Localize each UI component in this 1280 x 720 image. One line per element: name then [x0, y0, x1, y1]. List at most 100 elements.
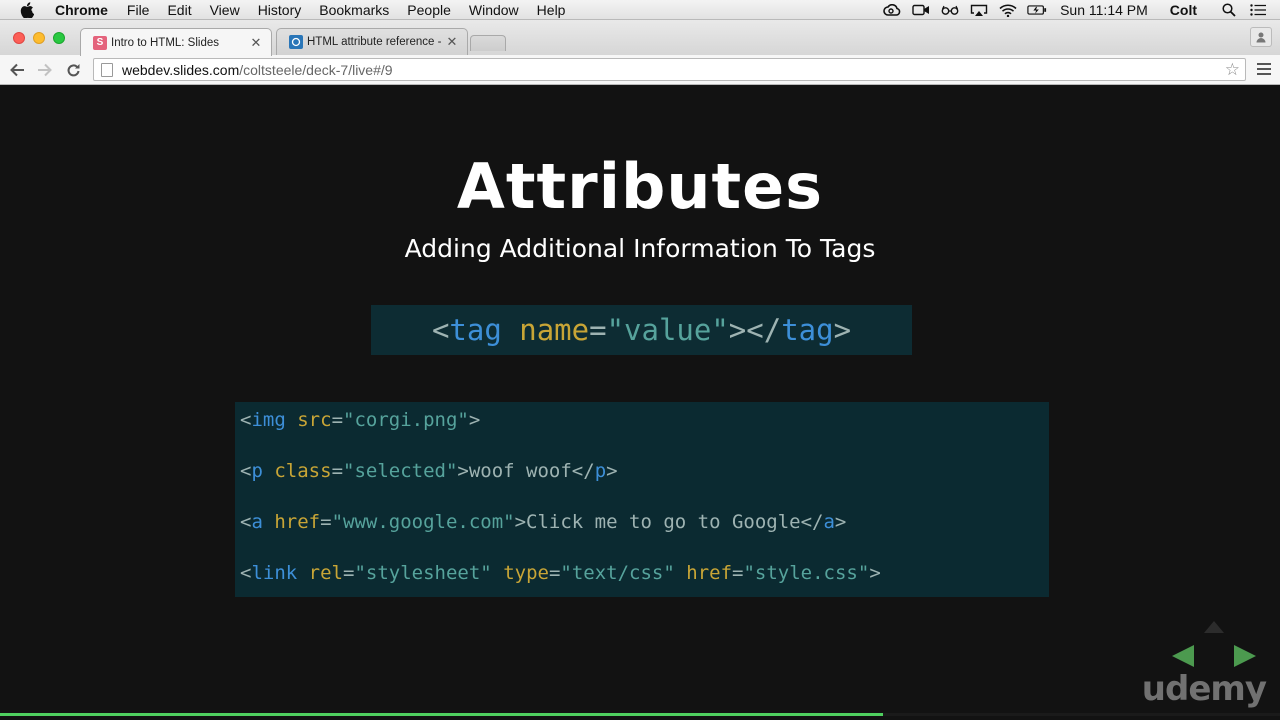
menu-view[interactable]: View	[210, 0, 240, 20]
bookmark-star-icon[interactable]: ☆	[1225, 60, 1240, 80]
code-token-tag: p	[594, 460, 607, 482]
slide-next-arrow-icon[interactable]	[1233, 644, 1257, 668]
status-area: Sun 11:14 PM Colt	[882, 0, 1280, 20]
code-token-punct: >	[468, 409, 481, 431]
list-icon[interactable]	[1248, 3, 1268, 17]
menu-help[interactable]: Help	[537, 0, 566, 20]
code-token-str: "corgi.png"	[343, 409, 469, 431]
slide-up-arrow-icon[interactable]	[1203, 620, 1225, 634]
person-icon	[1256, 32, 1266, 43]
slide-title: Attributes	[456, 150, 824, 223]
code-line-p: <p class="selected">woof woof</p>	[240, 460, 618, 482]
profile-button[interactable]	[1250, 27, 1272, 47]
close-tab-icon[interactable]: ✕	[445, 34, 459, 50]
menu-bookmarks[interactable]: Bookmarks	[319, 0, 389, 20]
tab-title: HTML attribute reference -	[307, 36, 442, 48]
code-token-tag: a	[823, 511, 835, 533]
code-token-punct: =	[320, 511, 332, 533]
code-token-tag: img	[251, 409, 286, 431]
syntax-example: < tag name = "value" ></tag >	[371, 305, 912, 355]
udemy-logo: udemy	[1141, 669, 1267, 709]
code-token-tag: link	[251, 562, 298, 584]
page-icon	[101, 62, 113, 77]
code-examples: <img src="corgi.png"> <p class="selected…	[235, 402, 1049, 597]
syntax-token-tag: tag	[449, 313, 502, 347]
tab-strip: S Intro to HTML: Slides ✕ HTML attribute…	[0, 20, 1280, 56]
tab-html-attribute-reference[interactable]: HTML attribute reference - ✕	[276, 28, 468, 55]
code-token-punct: =	[343, 562, 355, 584]
facetime-icon[interactable]	[911, 3, 931, 17]
code-token-punct: >	[834, 511, 847, 533]
code-token-punct: <	[240, 460, 252, 482]
creative-cloud-icon[interactable]	[882, 3, 902, 17]
slide-prev-arrow-icon[interactable]	[1171, 644, 1195, 668]
zoom-window-button[interactable]	[53, 32, 65, 44]
syntax-token-text	[502, 313, 519, 347]
code-token-attr: type	[503, 562, 549, 584]
forward-arrow-icon	[38, 63, 52, 77]
code-token-punct: <	[240, 562, 252, 584]
code-token-punct: >	[869, 562, 881, 584]
minimize-window-button[interactable]	[33, 32, 45, 44]
menu-file[interactable]: File	[127, 0, 150, 20]
code-token-text: >Click me to go to Google</	[514, 511, 824, 533]
syntax-token-attr: name	[519, 313, 590, 347]
code-token-attr: href	[686, 562, 733, 584]
url-path: /coltsteele/deck-7/live#/9	[239, 61, 393, 78]
slide-progress-fill	[0, 713, 884, 716]
syntax-token-punct: >	[833, 313, 852, 347]
menu-app-name[interactable]: Chrome	[55, 0, 108, 20]
code-token-punct: <	[240, 409, 252, 431]
address-bar[interactable]: webdev.slides.com/coltsteele/deck-7/live…	[93, 58, 1246, 81]
code-line-link: <link rel="stylesheet" type="text/css" h…	[240, 562, 881, 584]
new-tab-button[interactable]	[470, 35, 506, 51]
slide-subtitle: Adding Additional Information To Tags	[404, 234, 876, 263]
back-button[interactable]	[7, 60, 27, 80]
apple-icon[interactable]	[20, 1, 38, 18]
code-token-text: >woof woof</	[457, 460, 595, 482]
syntax-token-str: "value"	[606, 313, 729, 347]
menu-history[interactable]: History	[258, 0, 302, 20]
code-token-punct: =	[331, 409, 344, 431]
menu-window[interactable]: Window	[469, 0, 519, 20]
tab-intro-html-slides[interactable]: S Intro to HTML: Slides ✕	[80, 28, 272, 56]
glasses-icon[interactable]	[940, 3, 960, 17]
code-token-tag: p	[251, 460, 263, 482]
battery-icon[interactable]	[1027, 3, 1047, 17]
forward-button[interactable]	[35, 60, 55, 80]
airplay-icon[interactable]	[969, 3, 989, 17]
code-token-str: "stylesheet"	[354, 562, 492, 584]
syntax-token-punct: <	[431, 313, 450, 347]
close-tab-icon[interactable]: ✕	[249, 35, 263, 51]
slides-icon: S	[93, 35, 107, 50]
mdn-icon	[289, 35, 303, 49]
tab-title: Intro to HTML: Slides	[111, 36, 220, 49]
browser-toolbar: webdev.slides.com/coltsteele/deck-7/live…	[0, 55, 1280, 85]
menu-edit[interactable]: Edit	[167, 0, 191, 20]
code-token-tag: a	[251, 511, 263, 533]
reload-button[interactable]	[63, 60, 83, 80]
code-token-attr: src	[297, 409, 332, 431]
wifi-icon[interactable]	[998, 3, 1018, 17]
code-token-punct: <	[240, 511, 252, 533]
code-token-str: "selected"	[343, 460, 458, 482]
menu-user[interactable]: Colt	[1170, 2, 1197, 18]
code-token-punct: >	[606, 460, 618, 482]
code-token-str: "www.google.com"	[331, 511, 515, 533]
close-window-button[interactable]	[13, 32, 25, 44]
menu-people[interactable]: People	[407, 0, 451, 20]
menu-clock[interactable]: Sun 11:14 PM	[1060, 2, 1148, 18]
slide-progress-bar	[0, 713, 1280, 716]
slide: Attributes Adding Additional Information…	[0, 86, 1280, 720]
syntax-token-punct: =	[589, 313, 607, 347]
search-icon[interactable]	[1219, 3, 1239, 17]
chrome-menu-button[interactable]	[1257, 63, 1271, 75]
syntax-token-tag: tag	[781, 313, 834, 347]
code-token-str: "text/css"	[560, 562, 675, 584]
url-host: webdev.slides.com	[122, 61, 240, 78]
